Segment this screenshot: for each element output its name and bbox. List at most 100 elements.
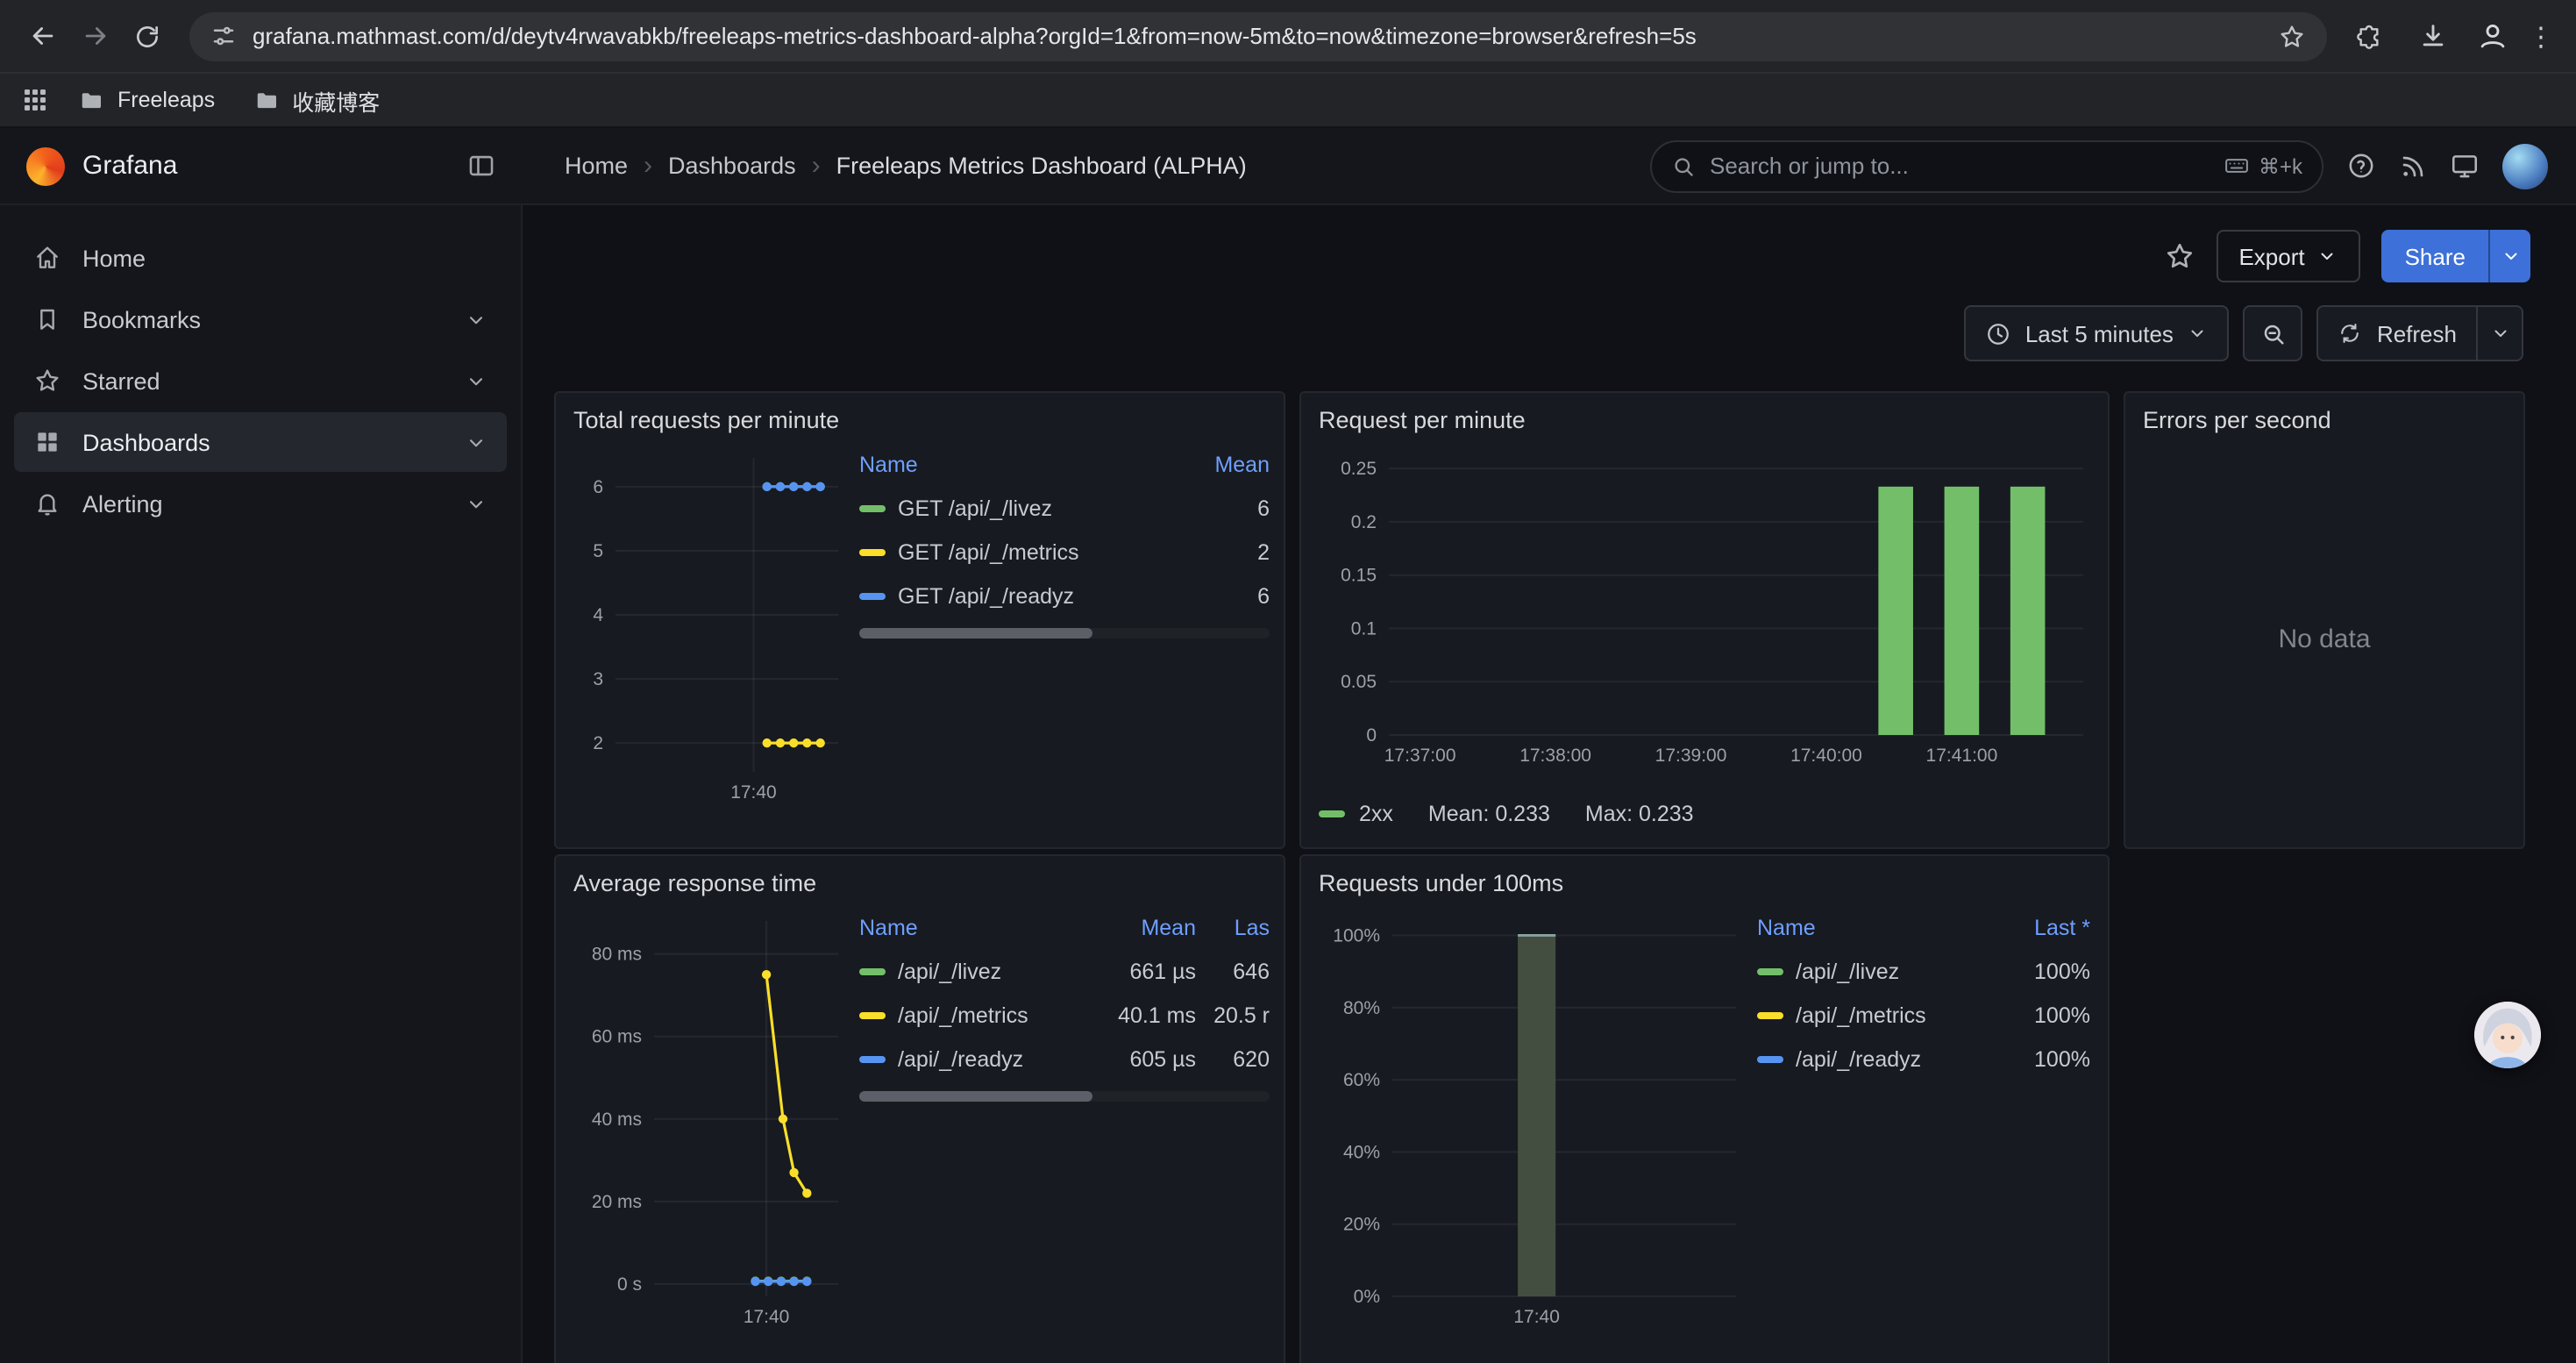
search-box[interactable]: ⌘+k [1650, 139, 2323, 192]
legend-scrollbar[interactable] [859, 1091, 1270, 1102]
legend-header-last[interactable]: Las [1196, 916, 1270, 940]
export-button[interactable]: Export [2216, 230, 2360, 282]
news-rss-icon[interactable] [2399, 152, 2427, 180]
legend-row[interactable]: /api/_/metrics 100% [1757, 993, 2090, 1037]
brand-area: Grafana [0, 146, 523, 185]
sidebar-item-alerting[interactable]: Alerting [14, 474, 507, 533]
legend-row[interactable]: /api/_/livez 661 µs 646 [859, 949, 1270, 993]
legend-header-name[interactable]: Name [859, 453, 1178, 477]
scrollbar-thumb[interactable] [859, 628, 1093, 639]
chevron-down-icon [2188, 323, 2209, 344]
brand-name: Grafana [82, 151, 449, 181]
panel-title[interactable]: Errors per second [2143, 407, 2506, 433]
chevron-down-icon[interactable] [465, 492, 487, 515]
user-avatar[interactable] [2502, 143, 2548, 189]
panel-title[interactable]: Average response time [573, 870, 1266, 896]
legend-row[interactable]: /api/_/livez 100% [1757, 949, 2090, 993]
scrollbar-thumb[interactable] [859, 1091, 1093, 1102]
series-name: GET /api/_/livez [898, 496, 1052, 520]
legend-row[interactable]: 2xx Mean: 0.233 Max: 0.233 [1319, 795, 2090, 833]
bookmark-item[interactable]: Freeleaps [63, 79, 231, 121]
site-info-icon[interactable] [210, 23, 237, 49]
series-mean: 6 [1178, 583, 1270, 608]
series-last: 100% [1999, 959, 2090, 983]
legend-header-name[interactable]: Name [1757, 916, 1999, 940]
url-bar[interactable]: grafana.mathmast.com/d/deytv4rwavabkb/fr… [189, 11, 2327, 61]
series-swatch [859, 504, 886, 511]
series-name: /api/_/metrics [898, 1003, 1028, 1027]
legend-row[interactable]: /api/_/readyz 605 µs 620 [859, 1037, 1270, 1081]
legend-row[interactable]: GET /api/_/livez 6 [859, 486, 1270, 530]
share-menu-button[interactable] [2488, 230, 2530, 282]
legend-row[interactable]: /api/_/readyz 100% [1757, 1037, 2090, 1081]
apps-grid-icon[interactable] [21, 86, 49, 114]
search-input[interactable] [1710, 153, 2210, 179]
help-icon[interactable] [2346, 151, 2376, 181]
bookmark-item[interactable]: 收藏博客 [238, 79, 395, 121]
bookmark-star-icon[interactable] [2278, 22, 2306, 50]
series-swatch [859, 1055, 886, 1062]
svg-text:0 s: 0 s [617, 1274, 642, 1295]
series-last: 620 [1196, 1046, 1270, 1071]
svg-text:17:40:00: 17:40:00 [1790, 746, 1862, 766]
back-button[interactable] [18, 11, 67, 61]
time-range-label: Last 5 minutes [2025, 320, 2174, 346]
breadcrumb-home[interactable]: Home [565, 153, 628, 179]
extensions-icon[interactable] [2345, 11, 2394, 61]
share-button[interactable]: Share [2382, 230, 2488, 282]
svg-text:40%: 40% [1343, 1142, 1380, 1162]
chevron-down-icon[interactable] [465, 431, 487, 453]
floating-avatar[interactable] [2474, 1002, 2541, 1068]
svg-text:100%: 100% [1333, 925, 1380, 946]
panel-title[interactable]: Total requests per minute [573, 407, 1266, 433]
reload-button[interactable] [123, 11, 172, 61]
refresh-button[interactable]: Refresh [2317, 305, 2478, 361]
svg-text:0.2: 0.2 [1351, 512, 1377, 532]
panel-title[interactable]: Requests under 100ms [1319, 870, 2090, 896]
sidebar-collapse-icon[interactable] [466, 151, 496, 181]
sidebar-item-bookmarks[interactable]: Bookmarks [14, 289, 507, 349]
chevron-down-icon[interactable] [465, 369, 487, 392]
series-swatch [1319, 810, 1345, 817]
series-swatch [859, 1011, 886, 1018]
breadcrumb-dashboards[interactable]: Dashboards [668, 153, 796, 179]
sidebar-item-dashboards[interactable]: Dashboards [14, 412, 507, 472]
url-text[interactable]: grafana.mathmast.com/d/deytv4rwavabkb/fr… [253, 23, 2262, 49]
series-name: 2xx [1359, 802, 1393, 826]
series-last: 20.5 r [1196, 1003, 1270, 1027]
header-actions: ⌘+k [1650, 139, 2576, 192]
refresh-interval-button[interactable] [2478, 305, 2523, 361]
legend-row[interactable]: /api/_/metrics 40.1 ms 20.5 r [859, 993, 1270, 1037]
chevron-down-icon[interactable] [465, 308, 487, 331]
svg-text:0.1: 0.1 [1351, 618, 1377, 639]
browser-menu-icon[interactable]: ⋮ [2527, 20, 2555, 52]
no-data-message: No data [2143, 444, 2506, 833]
legend-header-mean[interactable]: Mean [1094, 916, 1196, 940]
legend-row[interactable]: GET /api/_/readyz 6 [859, 574, 1270, 617]
panel-title[interactable]: Request per minute [1319, 407, 2090, 433]
time-range-picker[interactable]: Last 5 minutes [1964, 305, 2230, 361]
svg-text:20 ms: 20 ms [592, 1192, 642, 1212]
downloads-icon[interactable] [2408, 11, 2457, 61]
clock-icon [1985, 320, 2011, 346]
kiosk-monitor-icon[interactable] [2450, 151, 2480, 181]
browser-profile-icon[interactable] [2471, 15, 2513, 57]
legend-table: Name Mean GET /api/_/livez 6 GET /api/_/… [849, 444, 1270, 833]
legend-scrollbar[interactable] [859, 628, 1270, 639]
grafana-logo[interactable] [26, 146, 65, 185]
svg-text:20%: 20% [1343, 1215, 1380, 1235]
legend-row[interactable]: GET /api/_/metrics 2 [859, 530, 1270, 574]
legend-header-name[interactable]: Name [859, 916, 1094, 940]
legend-table: Name Last * /api/_/livez 100% /api/_/met… [1747, 907, 2090, 1363]
zoom-out-icon [2260, 320, 2287, 346]
legend-header-mean[interactable]: Mean [1178, 453, 1270, 477]
sidebar-item-home[interactable]: Home [14, 228, 507, 288]
legend-header-last[interactable]: Last * [1999, 916, 2090, 940]
series-name: /api/_/livez [898, 959, 1001, 983]
panel-average-response-time: Average response time 80 ms60 ms40 ms20 … [554, 854, 1285, 1363]
series-swatch [1757, 1055, 1783, 1062]
sidebar-item-starred[interactable]: Starred [14, 351, 507, 410]
favorite-star-icon[interactable] [2163, 240, 2195, 272]
forward-button[interactable] [70, 11, 119, 61]
zoom-out-button[interactable] [2244, 305, 2303, 361]
